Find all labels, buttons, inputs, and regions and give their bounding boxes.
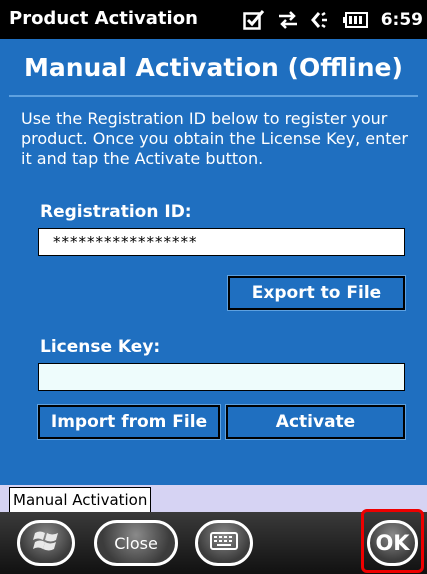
close-button[interactable]: Close — [94, 520, 178, 566]
data-connection-icon[interactable] — [277, 10, 299, 30]
status-icons: 6:59 — [242, 7, 423, 33]
instructions-text: Use the Registration ID below to registe… — [21, 109, 408, 168]
keyboard-button[interactable] — [195, 520, 253, 566]
tab-manual-activation[interactable]: Manual Activation — [9, 487, 152, 512]
tab-strip: Manual Activation — [0, 485, 427, 512]
license-key-label: License Key: — [40, 337, 161, 357]
speaker-icon[interactable] — [310, 10, 331, 30]
registration-id-field[interactable]: ***************** — [38, 228, 405, 256]
windows-logo-icon — [33, 528, 59, 558]
activation-panel: Manual Activation (Offline) Use the Regi… — [0, 39, 427, 485]
clock[interactable]: 6:59 — [381, 10, 423, 30]
import-from-file-button[interactable]: Import from File — [37, 404, 221, 440]
status-bar: Product Activation 6:59 — [0, 0, 427, 39]
start-button[interactable] — [17, 520, 75, 566]
divider — [9, 95, 418, 97]
export-to-file-button[interactable]: Export to File — [227, 275, 406, 311]
notification-check-icon[interactable] — [242, 10, 265, 30]
app-title: Product Activation — [9, 8, 198, 29]
license-key-field[interactable] — [38, 363, 405, 391]
activate-button[interactable]: Activate — [225, 404, 406, 440]
registration-id-label: Registration ID: — [40, 202, 192, 222]
keyboard-icon — [210, 531, 238, 555]
ok-highlight-box — [361, 509, 424, 573]
page-title: Manual Activation (Offline) — [24, 53, 403, 82]
battery-icon[interactable] — [342, 10, 369, 30]
close-button-label: Close — [114, 533, 158, 553]
